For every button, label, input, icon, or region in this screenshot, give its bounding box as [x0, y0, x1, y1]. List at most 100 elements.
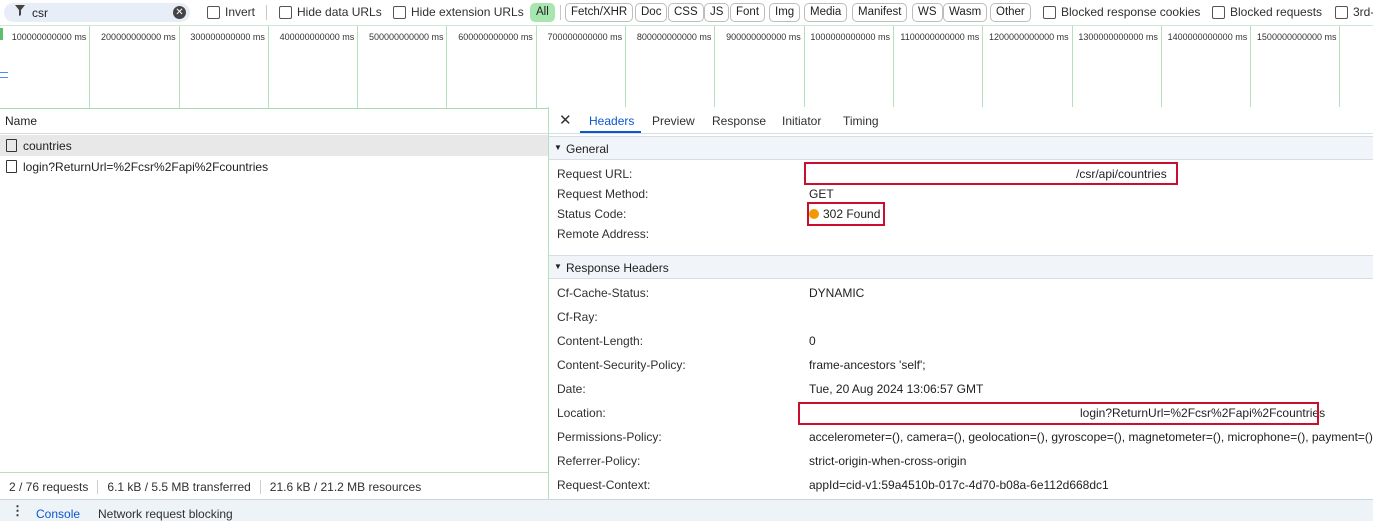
request-row[interactable]: login?ReturnUrl=%2Fcsr%2Fapi%2Fcountries — [0, 156, 548, 177]
type-filter-other[interactable]: Other — [990, 3, 1031, 22]
divider — [560, 5, 561, 20]
filter-input[interactable]: csr ✕ — [4, 3, 190, 22]
type-filter-all[interactable]: All — [530, 3, 555, 22]
tab-network-request-blocking[interactable]: Network request blocking — [98, 507, 233, 521]
more-options-icon[interactable]: ⋮ — [11, 503, 24, 519]
general-section-header[interactable]: ▼ General — [549, 136, 1373, 160]
checkbox-box[interactable] — [1212, 6, 1225, 19]
timeline-tick-label: 100000000000 ms — [12, 32, 87, 42]
response-headers-title: Response Headers — [566, 261, 669, 275]
timeline-tick-label: 1500000000000 ms — [1257, 32, 1337, 42]
hide-data-urls-label: Hide data URLs — [297, 5, 382, 19]
type-filter-font[interactable]: Font — [730, 3, 765, 22]
third-party-checkbox[interactable]: 3rd- — [1335, 5, 1373, 19]
blocked-requests-label: Blocked requests — [1230, 5, 1322, 19]
timeline-tick-label: 500000000000 ms — [369, 32, 444, 42]
document-icon — [6, 139, 17, 152]
timeline-tick-label: 900000000000 ms — [726, 32, 801, 42]
request-name: countries — [23, 139, 72, 153]
type-filter-fetch-xhr[interactable]: Fetch/XHR — [565, 3, 633, 22]
timeline-tick-label: 1300000000000 ms — [1078, 32, 1158, 42]
header-value: Tue, 20 Aug 2024 13:06:57 GMT — [809, 382, 983, 396]
invert-checkbox[interactable]: Invert — [207, 5, 255, 19]
timeline-tick-label: 800000000000 ms — [637, 32, 712, 42]
header-key: Referrer-Policy: — [557, 454, 640, 468]
timeline-tick-label: 1000000000000 ms — [810, 32, 890, 42]
name-column-header[interactable]: Name — [0, 107, 548, 134]
tab-timing[interactable]: Timing — [843, 114, 879, 128]
response-headers-section-header[interactable]: ▼ Response Headers — [549, 255, 1373, 279]
close-icon[interactable]: ✕ — [559, 111, 572, 129]
type-filter-js[interactable]: JS — [704, 3, 729, 22]
header-value: frame-ancestors 'self'; — [809, 358, 926, 372]
timeline-tick-label: 300000000000 ms — [190, 32, 265, 42]
header-key: Remote Address: — [557, 227, 649, 241]
header-key: Request URL: — [557, 167, 632, 181]
header-key: Request Method: — [557, 187, 648, 201]
timeline-tick-label: 1200000000000 ms — [989, 32, 1069, 42]
header-key: Date: — [557, 382, 586, 396]
type-filter-css[interactable]: CSS — [668, 3, 704, 22]
details-tab-bar: ✕ Headers Preview Response Initiator Tim… — [549, 107, 1373, 134]
hide-extension-urls-checkbox[interactable]: Hide extension URLs — [393, 5, 524, 19]
header-key: Request-Context: — [557, 478, 650, 492]
drawer-tab-bar: ⋮ Console Network request blocking — [0, 499, 1373, 521]
invert-label: Invert — [225, 5, 255, 19]
header-key: Cf-Cache-Status: — [557, 286, 649, 300]
request-details-panel: ✕ Headers Preview Response Initiator Tim… — [549, 107, 1373, 499]
checkbox-box[interactable] — [1043, 6, 1056, 19]
third-party-label: 3rd- — [1353, 5, 1373, 19]
divider — [266, 5, 267, 20]
tab-console[interactable]: Console — [36, 507, 80, 521]
header-key: Content-Length: — [557, 334, 643, 348]
collapse-triangle-icon: ▼ — [554, 143, 562, 152]
clear-filter-icon[interactable]: ✕ — [173, 6, 186, 19]
header-value: DYNAMIC — [809, 286, 864, 300]
request-list-panel: Name countries login?ReturnUrl=%2Fcsr%2F… — [0, 107, 549, 499]
header-value: accelerometer=(), camera=(), geolocation… — [809, 430, 1373, 444]
header-key: Location: — [557, 406, 606, 420]
timeline-grid-column — [1340, 26, 1373, 108]
filter-bar: csr ✕ Invert Hide data URLs Hide extensi… — [0, 0, 1373, 25]
tab-headers[interactable]: Headers — [589, 114, 634, 128]
tab-initiator[interactable]: Initiator — [782, 114, 821, 128]
timeline-tick-label: 400000000000 ms — [280, 32, 355, 42]
type-filter-media[interactable]: Media — [804, 3, 847, 22]
request-name: login?ReturnUrl=%2Fcsr%2Fapi%2Fcountries — [23, 160, 268, 174]
checkbox-box[interactable] — [279, 6, 292, 19]
timeline-tick-label: 1100000000000 ms — [900, 32, 979, 42]
checkbox-box[interactable] — [1335, 6, 1348, 19]
network-summary-bar: 2 / 76 requests 6.1 kB / 5.5 MB transfer… — [0, 472, 548, 500]
collapse-triangle-icon: ▼ — [554, 262, 562, 271]
header-value: strict-origin-when-cross-origin — [809, 454, 966, 468]
filter-icon — [15, 5, 25, 19]
header-key: Content-Security-Policy: — [557, 358, 686, 372]
header-key: Permissions-Policy: — [557, 430, 662, 444]
blocked-requests-checkbox[interactable]: Blocked requests — [1212, 5, 1322, 19]
timeline-tick-label: 200000000000 ms — [101, 32, 176, 42]
highlight-box — [807, 202, 885, 226]
checkbox-box[interactable] — [207, 6, 220, 19]
filter-value[interactable]: csr — [32, 6, 48, 20]
checkbox-box[interactable] — [393, 6, 406, 19]
blocked-response-cookies-checkbox[interactable]: Blocked response cookies — [1043, 5, 1200, 19]
hide-data-urls-checkbox[interactable]: Hide data URLs — [279, 5, 382, 19]
highlight-box — [798, 402, 1319, 425]
request-row[interactable]: countries — [0, 135, 548, 156]
tab-response[interactable]: Response — [712, 114, 766, 128]
highlight-box — [804, 162, 1178, 185]
type-filter-img[interactable]: Img — [769, 3, 800, 22]
header-value: 0 — [809, 334, 816, 348]
timeline-overview[interactable]: 100000000000 ms 200000000000 ms 3000000000… — [0, 25, 1373, 109]
header-value: appId=cid-v1:59a4510b-017c-4d70-b08a-6e1… — [809, 478, 1109, 492]
tab-preview[interactable]: Preview — [652, 114, 695, 128]
timeline-tick-label: 700000000000 ms — [548, 32, 623, 42]
type-filter-manifest[interactable]: Manifest — [852, 3, 907, 22]
timeline-tick-label: 1400000000000 ms — [1168, 32, 1248, 42]
type-filter-wasm[interactable]: Wasm — [943, 3, 987, 22]
type-filter-doc[interactable]: Doc — [635, 3, 667, 22]
timeline-tick-label: 600000000000 ms — [458, 32, 533, 42]
header-key: Cf-Ray: — [557, 310, 598, 324]
request-method-value: GET — [809, 187, 834, 201]
type-filter-ws[interactable]: WS — [912, 3, 943, 22]
